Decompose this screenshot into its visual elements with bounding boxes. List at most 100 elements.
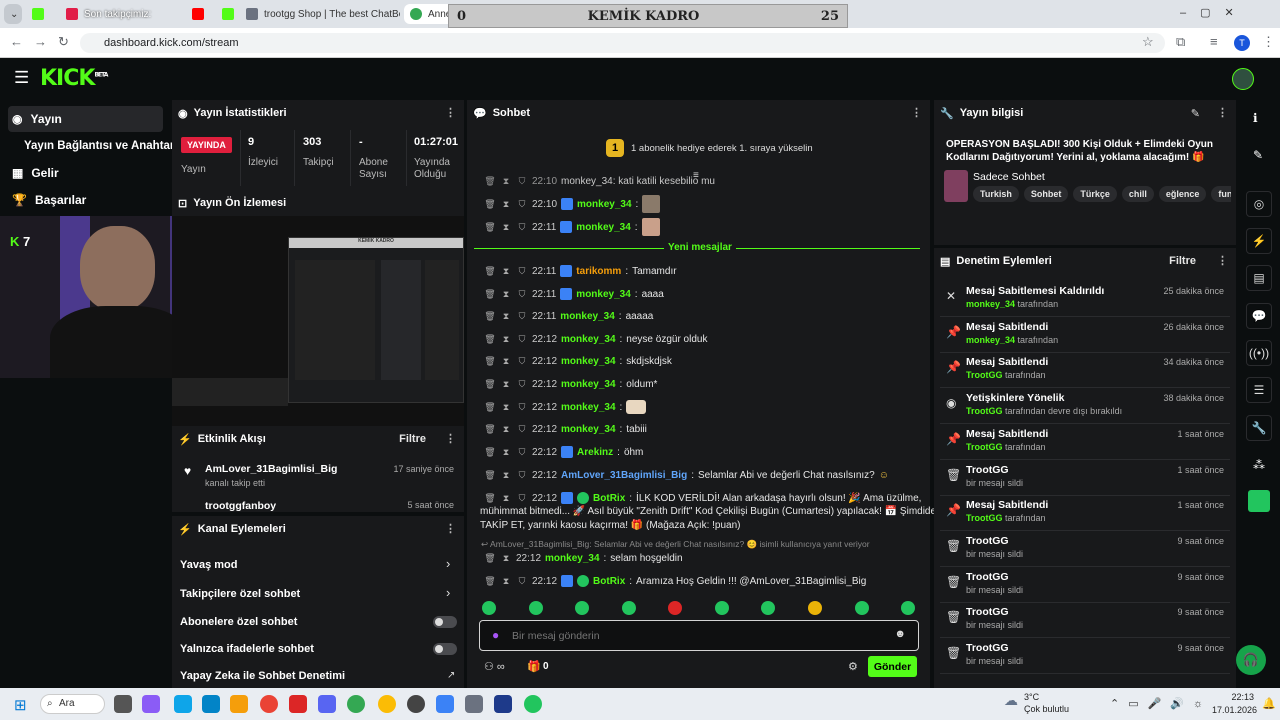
emote-icon[interactable] xyxy=(901,601,915,615)
rail-button-document-icon[interactable]: ▤ xyxy=(1246,265,1272,291)
rail-button-layout-icon[interactable]: ☰ xyxy=(1246,377,1272,403)
moderator-name[interactable]: TrootGG xyxy=(966,442,1003,452)
chevron-right-icon[interactable]: › xyxy=(446,585,450,600)
delete-icon[interactable]: 🗑 xyxy=(484,199,496,210)
browser-menu-icon[interactable]: ⋮ xyxy=(1262,34,1275,50)
channel-actions-menu-icon[interactable]: ⋮ xyxy=(445,522,456,535)
profile-avatar[interactable]: T xyxy=(1234,35,1250,51)
emote-icon[interactable] xyxy=(529,601,543,615)
emote-icon[interactable] xyxy=(668,601,682,615)
timeout-icon[interactable]: ⧗ xyxy=(500,222,512,233)
info-icon[interactable]: ℹ xyxy=(1253,111,1258,125)
tag-chip[interactable]: Turkish xyxy=(973,186,1019,202)
url-field[interactable]: dashboard.kick.com/stream xyxy=(80,33,1165,53)
apps-icon[interactable]: ⁂ xyxy=(1253,458,1265,472)
edge-icon[interactable] xyxy=(174,695,192,713)
bookmark-star-icon[interactable]: ☆ xyxy=(1142,34,1154,50)
chevron-right-icon[interactable]: › xyxy=(446,556,450,571)
chat-menu-icon[interactable]: ⋮ xyxy=(911,106,922,119)
forward-icon[interactable]: → xyxy=(34,34,47,49)
edge-dev-icon[interactable] xyxy=(202,695,220,713)
chat-input-box[interactable]: ● ☻ xyxy=(479,620,919,651)
steam-icon[interactable] xyxy=(494,695,512,713)
gift-icon[interactable]: 🎁 xyxy=(527,660,541,673)
moderator-name[interactable]: TrootGG xyxy=(966,406,1003,416)
ai-moderation-item[interactable]: Yapay Zeka ile Sohbet Denetimi xyxy=(180,670,345,682)
emote-icon[interactable] xyxy=(482,601,496,615)
stats-menu-icon[interactable]: ⋮ xyxy=(445,106,456,119)
moderation-menu-icon[interactable]: ⋮ xyxy=(1217,254,1228,267)
send-button[interactable]: Gönder xyxy=(868,656,917,677)
tab-list-button[interactable]: ⌄ xyxy=(4,4,22,24)
followers-only-item[interactable]: Takipçilere özel sohbet xyxy=(180,588,300,600)
reload-icon[interactable]: ↻ xyxy=(58,34,69,50)
rail-button-broadcast-icon[interactable]: ((•)) xyxy=(1246,340,1272,366)
tag-chip[interactable]: Sohbet xyxy=(1023,186,1069,202)
chrome-icon[interactable] xyxy=(260,695,278,713)
tag-chip[interactable]: eğlence xyxy=(1158,186,1207,202)
edit-icon[interactable]: ✎ xyxy=(1253,148,1263,162)
emote-icon[interactable] xyxy=(808,601,822,615)
rail-button-wrench-icon[interactable]: 🔧 xyxy=(1246,415,1272,441)
sidebar-item-revenue[interactable]: ▦ Gelir xyxy=(8,160,163,186)
category-thumbnail[interactable] xyxy=(944,170,968,202)
windows-start-icon[interactable]: ⊞ xyxy=(14,696,27,714)
tag-chip[interactable]: funny xyxy=(1211,186,1231,202)
obs-icon[interactable] xyxy=(407,695,425,713)
weather-widget[interactable]: ☁ 3°C Çok bulutlu xyxy=(1004,692,1069,714)
moderator-name[interactable]: monkey_34 xyxy=(966,335,1015,345)
timeout-icon[interactable]: ⧗ xyxy=(500,199,512,210)
back-icon[interactable]: ← xyxy=(10,34,23,49)
emoji-picker-icon[interactable]: ☻ xyxy=(894,628,906,640)
chrome-profile-icon[interactable] xyxy=(378,695,396,713)
delete-icon[interactable]: 🗑 xyxy=(484,222,496,233)
edit-pencil-icon[interactable]: ✎ xyxy=(1191,107,1200,120)
moderation-filter-button[interactable]: Filtre xyxy=(1169,255,1196,267)
discord-icon[interactable] xyxy=(318,695,336,713)
emote-icon[interactable] xyxy=(855,601,869,615)
window-controls[interactable]: –▢✕ xyxy=(1180,6,1248,19)
tag-chip[interactable]: Türkçe xyxy=(1073,186,1117,202)
chat-settings-gear-icon[interactable]: ⚙ xyxy=(848,660,858,673)
moderator-name[interactable]: TrootGG xyxy=(966,370,1003,380)
moderator-name[interactable]: monkey_34 xyxy=(966,299,1015,309)
emote-only-toggle[interactable] xyxy=(433,643,457,655)
system-tray-icons[interactable]: ⌃▭🎤🔊☼ xyxy=(1110,697,1212,710)
copilot-icon[interactable] xyxy=(142,695,160,713)
emote-icon[interactable] xyxy=(575,601,589,615)
file-explorer-icon[interactable] xyxy=(230,695,248,713)
chrome-active-icon[interactable] xyxy=(347,695,365,713)
pinned-gift-banner[interactable]: 1 1 abonelik hediye ederek 1. sıraya yük… xyxy=(467,130,930,172)
support-headset-icon[interactable]: 🎧 xyxy=(1236,645,1266,675)
preview-thumbnail[interactable]: KEMİK KADRO xyxy=(288,237,464,403)
taskbar-search[interactable]: ⌕ Ara xyxy=(40,694,105,714)
ban-icon[interactable]: ⛉ xyxy=(516,222,528,233)
rail-button-lightning-icon[interactable]: ⚡ xyxy=(1246,228,1272,254)
tab-trootgg-shop[interactable]: trootgg Shop | The best ChatBot xyxy=(240,4,400,24)
pinned-tab-kick[interactable] xyxy=(26,4,48,24)
extensions-icon[interactable]: ⧉ xyxy=(1176,34,1185,50)
microphone-icon[interactable]: ● xyxy=(492,628,499,642)
user-avatar[interactable] xyxy=(1232,68,1254,90)
ban-icon[interactable]: ⛉ xyxy=(516,199,528,210)
sidebar-item-stream[interactable]: ◉ Yayın xyxy=(8,106,163,132)
emote-icon[interactable] xyxy=(622,601,636,615)
external-link-icon[interactable]: ↗ xyxy=(447,670,455,681)
app-icon[interactable] xyxy=(465,695,483,713)
chat-message-input[interactable] xyxy=(512,627,872,645)
emote-icon[interactable] xyxy=(715,601,729,615)
task-view-icon[interactable] xyxy=(114,695,132,713)
sidebar-item-stream-key[interactable]: Yayın Bağlantısı ve Anahtarı xyxy=(20,133,178,159)
rail-button-focus-icon[interactable]: ◎ xyxy=(1246,191,1272,217)
activity-menu-icon[interactable]: ⋮ xyxy=(445,432,456,445)
rail-button-chat-icon[interactable]: 💬 xyxy=(1246,303,1272,329)
sidebar-item-achievements[interactable]: 🏆 Başarılar xyxy=(8,187,163,213)
system-clock[interactable]: 22:13 17.01.2026 xyxy=(1212,692,1257,715)
tag-chip[interactable]: chill xyxy=(1121,186,1154,202)
category-name[interactable]: Sadece Sohbet xyxy=(973,171,1045,183)
tab-follower-alert[interactable]: Son takipçimiz: xyxy=(60,4,170,24)
hamburger-menu-icon[interactable]: ☰ xyxy=(14,68,29,88)
moderator-name[interactable]: TrootGG xyxy=(966,513,1003,523)
emote-icon[interactable] xyxy=(761,601,775,615)
notifications-bell-icon[interactable]: 🔔 xyxy=(1262,697,1276,710)
